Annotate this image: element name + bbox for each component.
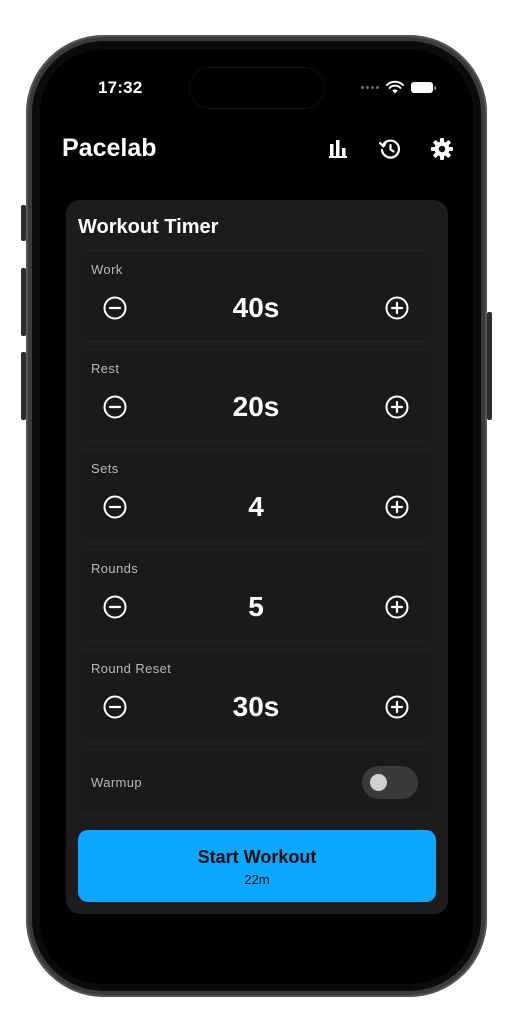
app-title: Pacelab: [62, 134, 157, 162]
stepper-work: Work 40s: [78, 250, 434, 342]
toggle-knob: [370, 774, 387, 791]
plus-circle-icon[interactable]: [385, 495, 409, 519]
volume-up-button: [21, 268, 26, 336]
screen: 17:32 Pacelab Workout Timer Work 40s Res…: [40, 50, 473, 984]
stepper-rounds: Rounds 5: [78, 549, 434, 641]
start-workout-button[interactable]: Start Workout 22m: [78, 830, 436, 902]
stepper-value: 4: [248, 491, 264, 522]
warmup-toggle[interactable]: [362, 766, 418, 799]
history-icon[interactable]: [377, 136, 403, 162]
stepper-round-reset: Round Reset 30s: [78, 649, 434, 741]
signal-icon: [361, 85, 379, 89]
plus-circle-icon[interactable]: [385, 296, 409, 320]
plus-circle-icon[interactable]: [385, 695, 409, 719]
stepper-label: Rest: [91, 361, 120, 376]
stepper-value: 40s: [232, 292, 280, 323]
action-button: [21, 205, 26, 241]
stepper-value: 30s: [232, 691, 280, 722]
stepper-rest: Rest 20s: [78, 349, 434, 441]
status-time: 17:32: [98, 78, 143, 97]
plus-circle-icon[interactable]: [385, 595, 409, 619]
stepper-sets: Sets 4: [78, 449, 434, 541]
battery-icon: [411, 81, 436, 93]
stepper-value: 5: [248, 591, 264, 622]
stepper-label: Rounds: [91, 561, 139, 576]
stepper-label: Round Reset: [91, 661, 172, 676]
stepper-value: 20s: [232, 391, 280, 422]
power-button: [487, 312, 492, 420]
start-workout-label: Start Workout: [197, 847, 317, 867]
card-title: Workout Timer: [78, 216, 219, 238]
gear-icon[interactable]: [429, 136, 455, 162]
workout-duration: 22m: [244, 872, 270, 887]
stepper-label: Work: [91, 262, 123, 277]
status-icons: [361, 80, 436, 94]
warmup-label: Warmup: [91, 775, 143, 790]
workout-timer-card: Workout Timer Work 40s Rest 20s Sets 4 R…: [66, 200, 448, 914]
wifi-icon: [386, 80, 404, 94]
plus-circle-icon[interactable]: [385, 395, 409, 419]
volume-down-button: [21, 352, 26, 420]
warmup-row: Warmup: [78, 749, 434, 815]
dynamic-island: [190, 68, 324, 108]
header-actions: [325, 136, 455, 162]
stepper-label: Sets: [91, 461, 119, 476]
bar-chart-icon[interactable]: [325, 136, 351, 162]
